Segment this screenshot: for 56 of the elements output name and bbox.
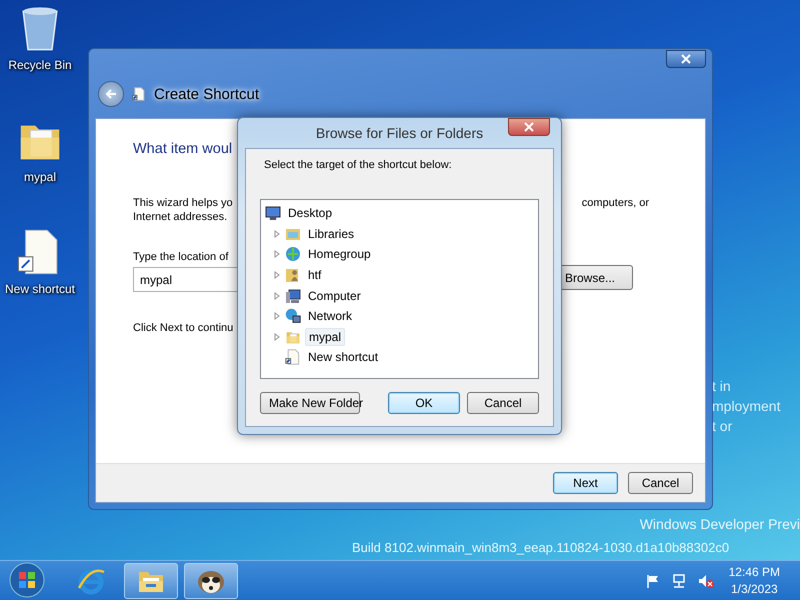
network-icon[interactable] (670, 572, 687, 588)
back-button[interactable] (98, 81, 124, 107)
desktop-text-fragment: mployment (712, 397, 780, 416)
taskbar-app-button[interactable] (184, 562, 238, 598)
shortcut-file-icon (132, 87, 146, 101)
user-folder-icon (285, 267, 301, 284)
close-button[interactable] (666, 50, 706, 68)
windows-orb-icon (9, 562, 45, 598)
clock-time[interactable]: 12:46 PM (728, 564, 780, 580)
expand-arrow-icon[interactable] (273, 250, 281, 258)
back-arrow-icon (105, 88, 117, 100)
flag-icon[interactable] (644, 572, 661, 588)
desktop-text-fragment: t or (712, 417, 734, 436)
expand-arrow-icon[interactable] (273, 292, 281, 300)
dialog-prompt: Select the target of the shortcut below: (264, 159, 453, 171)
expand-arrow-icon[interactable] (273, 312, 281, 320)
expand-arrow-icon[interactable] (273, 230, 281, 238)
tree-item[interactable]: New shortcut (305, 349, 382, 366)
dialog-title: Browse for Files or Folders (314, 125, 484, 141)
dialog-button[interactable]: Cancel (467, 392, 539, 414)
edition-watermark: Windows Developer Previ (640, 516, 800, 532)
wizard-heading: What item woul (133, 141, 232, 157)
clock-date[interactable]: 1/3/2023 (730, 580, 778, 598)
desktop-icon-label[interactable]: mypal (24, 170, 56, 184)
dialog-button[interactable]: OK (388, 392, 460, 414)
expand-arrow-icon[interactable] (273, 271, 281, 280)
close-button[interactable] (508, 118, 550, 136)
tree-item[interactable]: htf (305, 267, 324, 284)
close-icon (681, 54, 691, 64)
tree-item[interactable]: Libraries (305, 226, 358, 242)
tree-item[interactable]: Homegroup (305, 246, 374, 262)
intro-text: computers, or (582, 197, 649, 209)
desktop-text-fragment: t in (712, 377, 732, 396)
globe-icon (285, 246, 301, 262)
computer-icon (285, 288, 301, 304)
tree-item[interactable]: Network (305, 308, 356, 324)
tree-item[interactable]: Computer (305, 288, 364, 304)
start-button[interactable] (8, 562, 46, 600)
location-label: Type the location of (133, 251, 228, 263)
build-watermark: Build 8102.winmain_win8m3_eeap.110824-1030.d1a10b88302c0 (352, 540, 730, 555)
speaker-muted-icon[interactable] (696, 572, 715, 588)
intro-text: This wizard helps yo (133, 197, 233, 209)
expand-arrow-icon[interactable] (273, 332, 281, 341)
intro-text: Internet addresses. (133, 211, 228, 223)
desktop-icon-label[interactable]: Recycle Bin (8, 58, 72, 72)
tree-item[interactable]: Desktop (285, 205, 336, 222)
close-icon (524, 122, 534, 132)
wizard-button[interactable]: Cancel (628, 472, 693, 494)
tree-item[interactable]: mypal (305, 328, 346, 346)
shortcut-file-icon (285, 349, 301, 366)
monitor-icon (265, 205, 281, 222)
desktop-icon-label[interactable]: New shortcut (4, 282, 76, 296)
wizard-button[interactable]: Next (553, 472, 618, 494)
network-icon (285, 308, 301, 324)
continue-hint: Click Next to continu (133, 322, 234, 334)
window-title: Create Shortcut (154, 86, 260, 102)
